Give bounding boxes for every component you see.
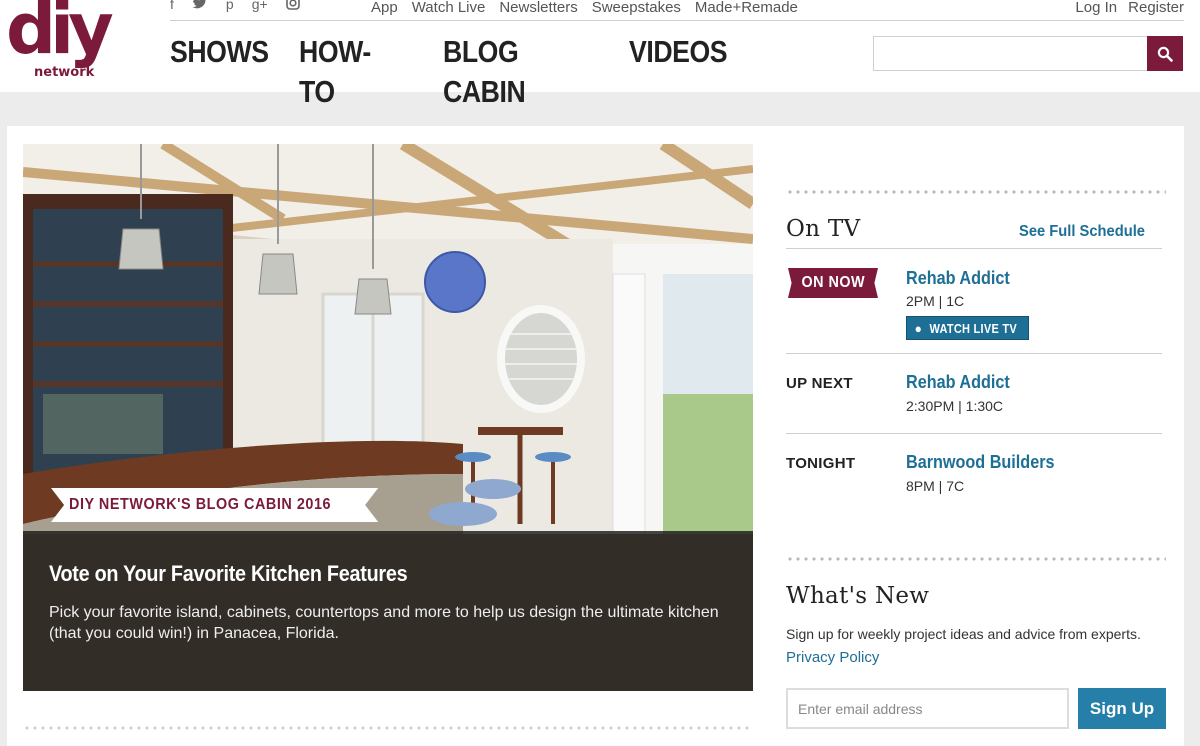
hero-caption: Vote on Your Favorite Kitchen Features P… (23, 531, 753, 691)
site-header: diy network f p g+ App Watch Live Newsle… (0, 0, 1200, 109)
on-now-show-title[interactable]: Rehab Addict (906, 268, 1010, 289)
divider-dots (786, 557, 1166, 561)
hero-feature[interactable]: DIY NETWORK'S BLOG CABIN 2016 Vote on Yo… (23, 144, 753, 691)
utility-nav: App Watch Live Newsletters Sweepstakes M… (371, 0, 798, 17)
hero-description: Pick your favorite island, cabinets, cou… (49, 604, 719, 642)
utility-link-watch-live[interactable]: Watch Live (412, 0, 486, 17)
on-now-time: 2PM | 1C (906, 293, 965, 309)
nav-how-to[interactable]: HOW-TO (299, 32, 392, 112)
up-next-label: UP NEXT (786, 375, 853, 392)
section-rule (786, 248, 1162, 249)
utility-link-sweepstakes[interactable]: Sweepstakes (592, 0, 681, 17)
logo-subtitle: network (34, 65, 95, 80)
register-link[interactable]: Register (1128, 0, 1184, 17)
on-now-badge: ON NOW (788, 268, 878, 298)
header-divider (170, 20, 1184, 21)
newsletter-description: Sign up for weekly project ideas and adv… (786, 626, 1141, 642)
up-next-time: 2:30PM | 1:30C (906, 398, 1004, 414)
twitter-icon[interactable] (192, 0, 208, 14)
hero-title[interactable]: Vote on Your Favorite Kitchen Features (49, 561, 408, 587)
watch-live-tv-label: ● WATCH LIVE TV (914, 320, 1017, 336)
facebook-icon[interactable]: f (170, 0, 174, 14)
social-links: f p g+ (170, 0, 300, 14)
main-nav: SHOWS HOW-TO BLOG CABIN VIDEOS (170, 32, 728, 112)
pinterest-icon[interactable]: p (226, 0, 234, 14)
instagram-icon[interactable] (285, 0, 300, 14)
sign-up-button[interactable]: Sign Up (1078, 688, 1166, 729)
search-box (873, 36, 1183, 71)
on-tv-heading: On TV (786, 216, 861, 242)
diy-network-logo[interactable]: diy network (6, 0, 146, 82)
google-plus-icon[interactable]: g+ (252, 0, 268, 14)
utility-link-app[interactable]: App (371, 0, 398, 17)
tonight-show-title[interactable]: Barnwood Builders (906, 452, 1055, 473)
section-rule (786, 353, 1162, 354)
tonight-label: TONIGHT (786, 455, 856, 472)
divider-dots (23, 726, 753, 730)
search-input[interactable] (874, 37, 1148, 70)
hero-category-tag[interactable]: DIY NETWORK'S BLOG CABIN 2016 (51, 488, 379, 522)
search-icon (1157, 46, 1173, 62)
on-now-label: ON NOW (801, 274, 865, 291)
auth-links: Log In Register (1075, 0, 1184, 17)
search-button[interactable] (1147, 36, 1183, 71)
hero-category-label: DIY NETWORK'S BLOG CABIN 2016 (69, 496, 332, 513)
nav-videos[interactable]: VIDEOS (629, 32, 728, 112)
utility-link-made-remade[interactable]: Made+Remade (695, 0, 798, 17)
divider-dots (786, 190, 1166, 194)
login-link[interactable]: Log In (1075, 0, 1117, 17)
email-input[interactable] (786, 688, 1069, 729)
whats-new-heading: What's New (786, 583, 930, 609)
logo-wordmark: diy (6, 0, 114, 70)
nav-blog-cabin[interactable]: BLOG CABIN (443, 32, 572, 112)
see-full-schedule-link[interactable]: See Full Schedule (1019, 223, 1145, 241)
utility-link-newsletters[interactable]: Newsletters (499, 0, 577, 17)
content-card: DIY NETWORK'S BLOG CABIN 2016 Vote on Yo… (7, 126, 1184, 746)
up-next-show-title[interactable]: Rehab Addict (906, 372, 1010, 393)
watch-live-tv-button[interactable]: ● WATCH LIVE TV (906, 316, 1029, 340)
privacy-policy-link[interactable]: Privacy Policy (786, 649, 879, 666)
section-rule (786, 433, 1162, 434)
nav-shows[interactable]: SHOWS (170, 32, 269, 112)
tonight-time: 8PM | 7C (906, 478, 965, 494)
